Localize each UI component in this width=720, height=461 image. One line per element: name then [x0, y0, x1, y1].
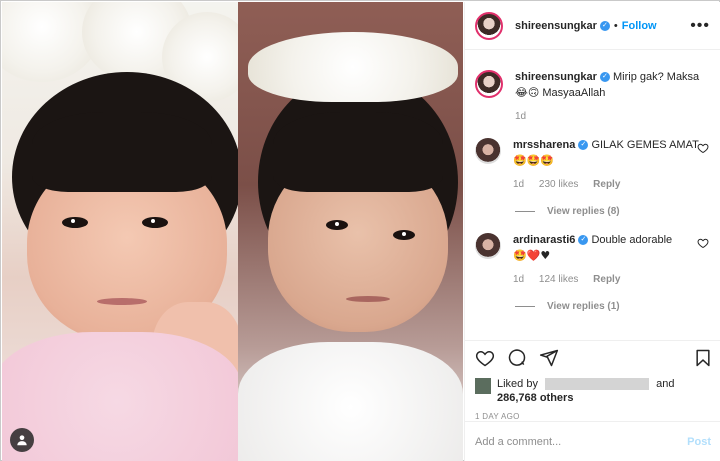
comment-emoji: 🤩❤️♥	[513, 249, 551, 262]
comment-age: 1d	[513, 179, 525, 190]
mouth	[346, 296, 390, 302]
comment-age: 1d	[513, 274, 525, 285]
follow-button[interactable]: Follow	[622, 20, 657, 32]
blurred-username	[545, 378, 650, 391]
comments-list[interactable]: shireensungkar ✓ Mirip gak? Maksa 😂🙃 Masy…	[465, 50, 720, 340]
comment-likes[interactable]: 230 likes	[539, 179, 578, 190]
view-replies-button[interactable]: View replies (8)	[515, 206, 711, 217]
comment-text: Double adorable	[591, 234, 673, 246]
eye	[393, 230, 415, 240]
caption-username[interactable]: shireensungkar	[515, 71, 597, 83]
photo-left	[2, 2, 238, 461]
caption-tail: MasyaaAllah	[542, 87, 606, 99]
separator-dot: •	[613, 19, 618, 32]
comment-likes[interactable]: 124 likes	[539, 274, 578, 285]
reply-button[interactable]: Reply	[593, 179, 620, 190]
divider-line	[515, 306, 535, 307]
bangs	[32, 112, 212, 192]
paper-plane-icon[interactable]	[539, 348, 559, 368]
liker-avatar[interactable]	[475, 378, 491, 394]
post-comment-button[interactable]: Post	[687, 436, 711, 448]
comment-emoji: 🤩🤩🤩	[513, 154, 555, 167]
mouth	[97, 298, 147, 305]
divider-line	[515, 211, 535, 212]
likes-connector: and	[656, 378, 675, 390]
avatar[interactable]	[475, 11, 503, 40]
post-side-panel: shireensungkar ✓ • Follow ••• shireensun…	[464, 2, 720, 461]
comment-input[interactable]	[475, 435, 688, 448]
tagged-users-button[interactable]	[10, 428, 34, 452]
hair-flower	[248, 32, 458, 102]
comment-item: mrssharena ✓ GILAK GEMES AMAT 🤩🤩🤩 1d 230 l…	[475, 138, 711, 192]
eye	[62, 217, 88, 228]
likes-prefix: Liked by	[497, 378, 538, 390]
comment-text: GILAK GEMES AMAT	[591, 139, 699, 151]
caption-text: Mirip gak? Maksa	[612, 71, 700, 83]
avatar[interactable]	[475, 70, 503, 98]
post-image[interactable]	[2, 2, 463, 461]
likes-summary: Liked by and 286,768 others	[475, 377, 713, 405]
view-replies-label: View replies (8)	[547, 206, 620, 217]
photo-right	[238, 2, 463, 461]
caption-emoji: 😂🙃	[515, 86, 540, 99]
caption-age: 1d	[515, 111, 527, 122]
comment-username[interactable]: mrssharena	[513, 139, 575, 151]
verified-badge-icon: ✓	[578, 140, 589, 151]
heart-icon[interactable]	[475, 348, 495, 368]
verified-badge-icon: ✓	[599, 20, 610, 31]
post-timestamp[interactable]: 1 DAY AGO	[475, 412, 713, 421]
reply-button[interactable]: Reply	[593, 274, 620, 285]
post-actions: Liked by and 286,768 others 1 DAY AGO	[465, 340, 720, 421]
bookmark-icon[interactable]	[693, 348, 713, 368]
avatar[interactable]	[475, 233, 501, 259]
post-header: shireensungkar ✓ • Follow •••	[465, 2, 720, 50]
eye	[326, 220, 348, 230]
view-replies-button[interactable]: View replies (1)	[515, 301, 711, 312]
avatar[interactable]	[475, 138, 501, 164]
view-replies-label: View replies (1)	[547, 301, 620, 312]
comment-item: ardinarasti6 ✓ Double adorable 🤩❤️♥ 1d 12…	[475, 233, 711, 287]
instagram-post-window: shireensungkar ✓ • Follow ••• shireensun…	[0, 0, 720, 461]
dress	[2, 332, 238, 461]
author-username[interactable]: shireensungkar	[515, 20, 597, 32]
add-comment-bar: Post	[465, 421, 720, 461]
heart-icon[interactable]	[697, 142, 709, 154]
verified-badge-icon: ✓	[599, 72, 610, 83]
comment-username[interactable]: ardinarasti6	[513, 234, 575, 246]
more-options-button[interactable]: •••	[690, 17, 710, 35]
bangs	[273, 112, 443, 192]
comment-icon[interactable]	[507, 348, 527, 368]
eye	[142, 217, 168, 228]
dress	[238, 342, 463, 461]
user-tag-icon	[17, 435, 27, 446]
verified-badge-icon: ✓	[578, 235, 589, 246]
heart-icon[interactable]	[697, 237, 709, 249]
likes-count-button[interactable]: 286,768 others	[497, 392, 573, 404]
post-caption: shireensungkar ✓ Mirip gak? Maksa 😂🙃 Masy…	[475, 50, 711, 124]
